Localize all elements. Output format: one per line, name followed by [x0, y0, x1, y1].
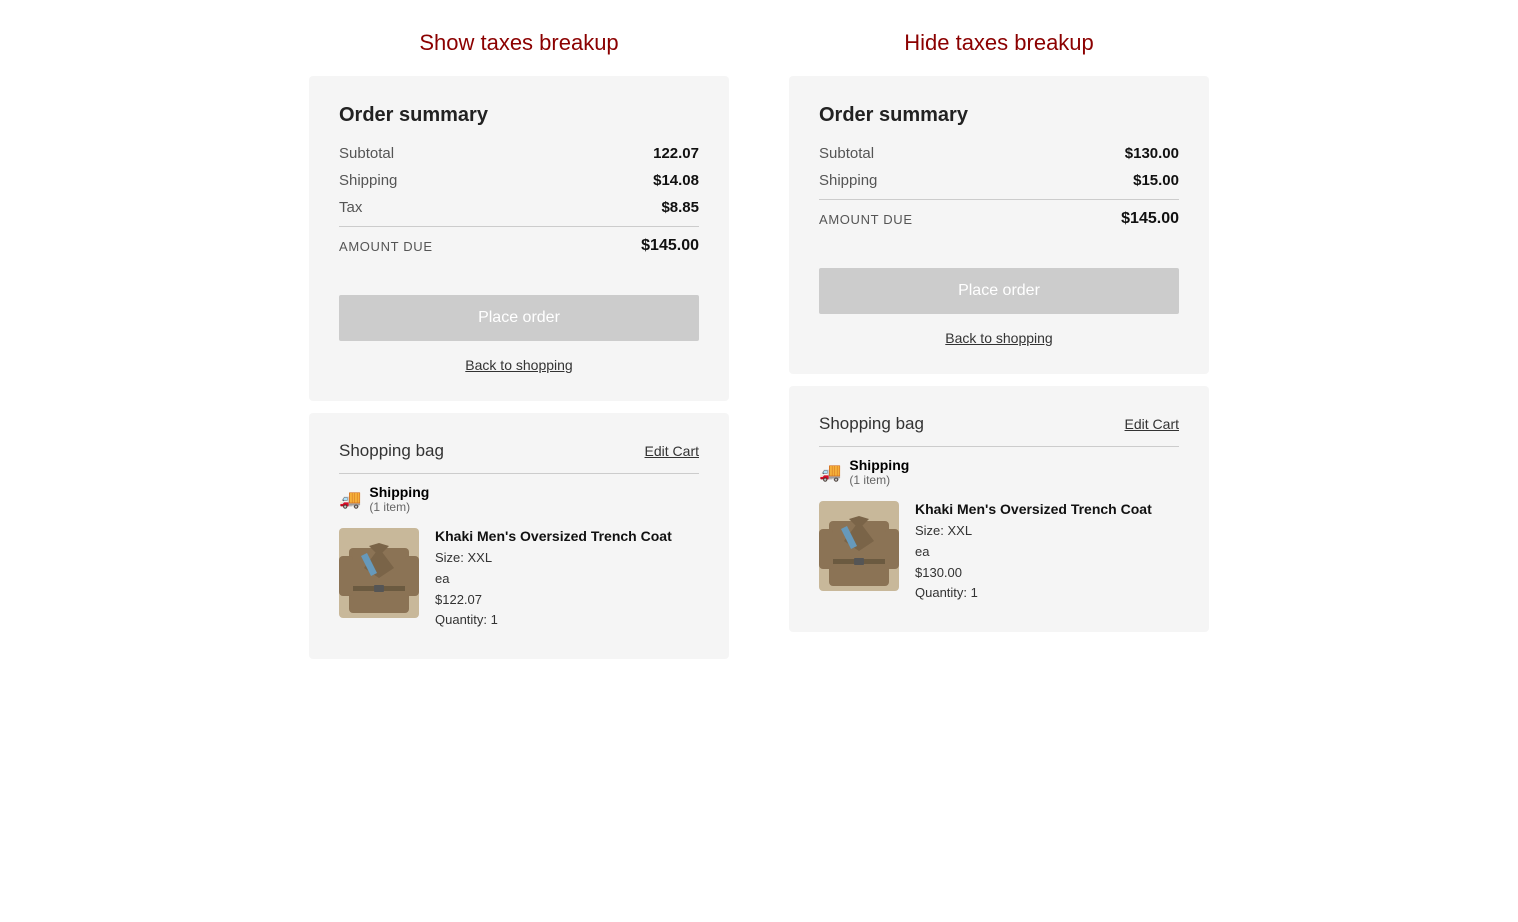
- edit-cart-link-left[interactable]: Edit Cart: [645, 443, 699, 459]
- shipping-header-left: 🚚 Shipping (1 item): [339, 484, 699, 514]
- order-summary-heading-right: Order summary: [819, 104, 1179, 127]
- shipping-value-right: $15.00: [1133, 172, 1179, 189]
- back-to-shopping-link-left[interactable]: Back to shopping: [339, 357, 699, 373]
- subtotal-label-right: Subtotal: [819, 145, 874, 162]
- show-taxes-title: Show taxes breakup: [309, 30, 729, 56]
- amount-due-label-right: AMOUNT DUE: [819, 212, 913, 227]
- divider-left: [339, 226, 699, 227]
- show-taxes-panel: Show taxes breakup Order summary Subtota…: [309, 30, 729, 671]
- shopping-bag-divider-left: [339, 473, 699, 474]
- shipping-header-right: 🚚 Shipping (1 item): [819, 457, 1179, 487]
- product-quantity-right: Quantity: 1: [915, 583, 1179, 604]
- product-size-right: Size: XXL: [915, 521, 1179, 542]
- shipping-method-label-right: Shipping: [849, 457, 909, 473]
- shopping-bag-title-left: Shopping bag: [339, 441, 444, 461]
- product-price-right: $130.00: [915, 563, 1179, 584]
- truck-icon-right: 🚚: [819, 462, 841, 483]
- product-meta-right: Size: XXL ea $130.00 Quantity: 1: [915, 521, 1179, 604]
- shipping-row-right: Shipping $15.00: [819, 172, 1179, 189]
- order-summary-card-left: Order summary Subtotal 122.07 Shipping $…: [309, 76, 729, 401]
- product-details-left: Khaki Men's Oversized Trench Coat Size: …: [435, 528, 699, 631]
- product-size-left: Size: XXL: [435, 548, 699, 569]
- product-quantity-left: Quantity: 1: [435, 610, 699, 631]
- product-row-right: Khaki Men's Oversized Trench Coat Size: …: [819, 501, 1179, 604]
- shopping-bag-title-right: Shopping bag: [819, 414, 924, 434]
- product-meta-left: Size: XXL ea $122.07 Quantity: 1: [435, 548, 699, 631]
- shipping-label-left: Shipping: [339, 172, 397, 189]
- back-to-shopping-link-right[interactable]: Back to shopping: [819, 330, 1179, 346]
- order-summary-card-right: Order summary Subtotal $130.00 Shipping …: [789, 76, 1209, 374]
- product-row-left: Khaki Men's Oversized Trench Coat Size: …: [339, 528, 699, 631]
- subtotal-row-right: Subtotal $130.00: [819, 145, 1179, 162]
- subtotal-label-left: Subtotal: [339, 145, 394, 162]
- hide-taxes-panel: Hide taxes breakup Order summary Subtota…: [789, 30, 1209, 671]
- shopping-bag-header-right: Shopping bag Edit Cart: [819, 414, 1179, 434]
- product-name-left: Khaki Men's Oversized Trench Coat: [435, 528, 699, 544]
- truck-icon-left: 🚚: [339, 489, 361, 510]
- subtotal-value-left: 122.07: [653, 145, 699, 162]
- subtotal-row-left: Subtotal 122.07: [339, 145, 699, 162]
- shipping-row-left: Shipping $14.08: [339, 172, 699, 189]
- order-summary-heading-left: Order summary: [339, 104, 699, 127]
- shipping-item-count-right: (1 item): [849, 473, 909, 487]
- shipping-value-left: $14.08: [653, 172, 699, 189]
- shopping-bag-card-right: Shopping bag Edit Cart 🚚 Shipping (1 ite…: [789, 386, 1209, 632]
- amount-due-value-left: $145.00: [641, 237, 699, 255]
- shopping-bag-divider-right: [819, 446, 1179, 447]
- shopping-bag-header-left: Shopping bag Edit Cart: [339, 441, 699, 461]
- hide-taxes-title: Hide taxes breakup: [789, 30, 1209, 56]
- product-details-right: Khaki Men's Oversized Trench Coat Size: …: [915, 501, 1179, 604]
- amount-due-value-right: $145.00: [1121, 210, 1179, 228]
- tax-label-left: Tax: [339, 199, 362, 216]
- tax-row-left: Tax $8.85: [339, 199, 699, 216]
- amount-due-label-left: AMOUNT DUE: [339, 239, 433, 254]
- product-price-left: $122.07: [435, 590, 699, 611]
- product-unit-right: ea: [915, 542, 1179, 563]
- place-order-button-left[interactable]: Place order: [339, 295, 699, 341]
- tax-value-left: $8.85: [661, 199, 699, 216]
- product-unit-left: ea: [435, 569, 699, 590]
- product-image-right: [819, 501, 899, 591]
- product-image-left: [339, 528, 419, 618]
- amount-due-row-left: AMOUNT DUE $145.00: [339, 237, 699, 255]
- shipping-item-count-left: (1 item): [369, 500, 429, 514]
- product-name-right: Khaki Men's Oversized Trench Coat: [915, 501, 1179, 517]
- shopping-bag-card-left: Shopping bag Edit Cart 🚚 Shipping (1 ite…: [309, 413, 729, 659]
- subtotal-value-right: $130.00: [1125, 145, 1179, 162]
- shipping-label-right: Shipping: [819, 172, 877, 189]
- edit-cart-link-right[interactable]: Edit Cart: [1125, 416, 1179, 432]
- divider-right: [819, 199, 1179, 200]
- page-container: Show taxes breakup Order summary Subtota…: [59, 30, 1459, 671]
- shipping-method-label-left: Shipping: [369, 484, 429, 500]
- place-order-button-right[interactable]: Place order: [819, 268, 1179, 314]
- amount-due-row-right: AMOUNT DUE $145.00: [819, 210, 1179, 228]
